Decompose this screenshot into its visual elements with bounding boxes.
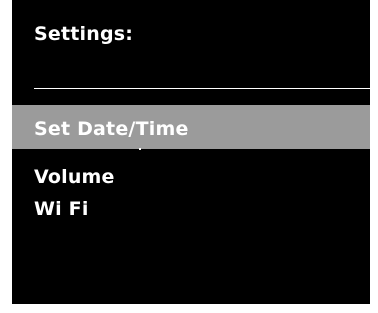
screen-title: Settings:: [34, 23, 134, 45]
menu-item-volume[interactable]: Volume: [34, 166, 115, 188]
rendering-artifact: [139, 142, 143, 154]
menu-item-set-date-time[interactable]: Set Date/Time: [34, 118, 189, 140]
divider: [34, 88, 370, 89]
settings-screen: Settings: Set Date/Time Volume Wi Fi: [12, 0, 370, 304]
menu-item-wifi[interactable]: Wi Fi: [34, 198, 89, 220]
